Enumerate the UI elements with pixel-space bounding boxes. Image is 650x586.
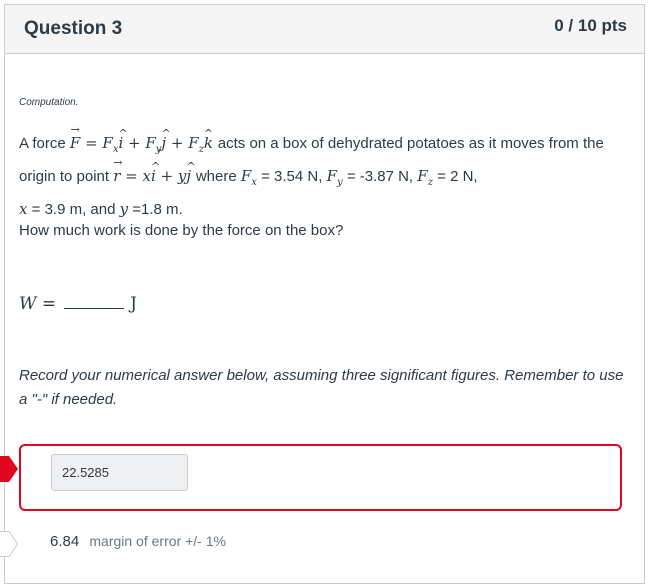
problem-text-c: where [195,168,237,185]
work-equation: W = J [19,294,137,314]
position-expression: r = xi + yj [113,150,196,185]
question-prompt: How much work is done by the force on th… [19,222,344,239]
problem-text-a: A force [19,135,66,152]
correct-answer-marker [0,531,18,557]
fx-symbol: Fx [240,167,257,188]
fz-symbol: Fz [417,167,433,188]
x-symbol: x [19,200,28,218]
problem-statement: A force F = Fxi + Fyj + Fzk acts on a bo… [19,117,629,223]
work-lhs: W = [19,294,57,314]
correct-value: 6.84 [50,533,80,550]
fy-value: = -3.87 N, [346,168,414,185]
equation-blank [64,294,125,309]
incorrect-answer-marker [0,456,18,482]
answer-box: 22.5285 [19,444,622,511]
work-unit: J [130,294,137,314]
answer-instructions: Record your numerical answer below, assu… [19,367,624,408]
x-value: = 3.9 m, and [31,201,116,218]
question-tag: Computation. [19,97,79,108]
answer-input[interactable]: 22.5285 [51,454,188,491]
y-value: =1.8 m. [132,201,183,218]
fx-value: = 3.54 N, [261,168,323,185]
fz-value: = 2 N, [437,168,478,185]
question-title: Question 3 [24,18,123,39]
fy-symbol: Fy [326,167,343,188]
question-header: Question 3 0 / 10 pts [5,5,644,54]
question-points: 0 / 10 pts [554,16,627,35]
correct-answer: 6.84 margin of error +/- 1% [50,533,226,550]
y-symbol: y [119,200,129,218]
margin-of-error: margin of error +/- 1% [89,533,226,549]
force-expression: F = Fxi + Fyj + Fzk [70,117,218,155]
